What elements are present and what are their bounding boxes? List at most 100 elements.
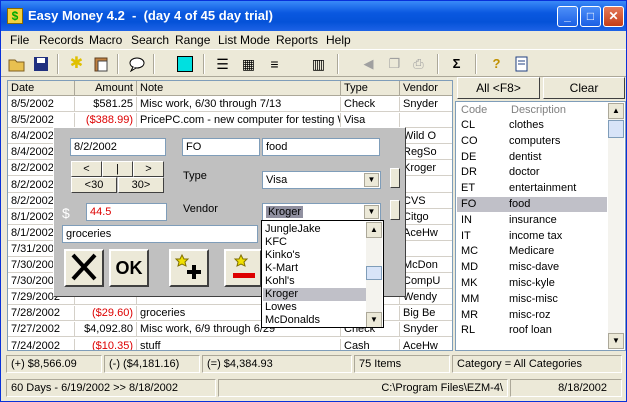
chevron-down-icon[interactable]: ▼ bbox=[364, 205, 379, 219]
grid-view-icon[interactable]: ▦ bbox=[237, 53, 260, 75]
menu-range[interactable]: Range bbox=[175, 33, 210, 47]
vendor-option[interactable]: K-Mart bbox=[263, 262, 367, 275]
vendor-option[interactable]: McDonalds bbox=[263, 314, 367, 327]
prev-day-button[interactable]: < bbox=[71, 161, 102, 177]
cell-type[interactable]: Visa bbox=[341, 113, 400, 129]
menu-list-mode[interactable]: List Mode bbox=[218, 33, 270, 47]
category-row[interactable]: MC Medicare bbox=[457, 244, 607, 259]
scroll-down-icon[interactable]: ▼ bbox=[366, 312, 382, 327]
note-field[interactable]: groceries bbox=[62, 225, 258, 243]
clear-button[interactable]: Clear bbox=[543, 77, 625, 99]
date-field[interactable]: 8/2/2002 bbox=[70, 138, 166, 156]
help-question-icon[interactable]: ? bbox=[485, 53, 508, 75]
copy-disabled-icon[interactable]: ❐ bbox=[383, 53, 406, 75]
category-code-field[interactable]: FO bbox=[182, 138, 260, 156]
category-row[interactable]: MM misc-misc bbox=[457, 292, 607, 307]
vendor-option[interactable]: Kohl's bbox=[263, 275, 367, 288]
next-day-button[interactable]: > bbox=[133, 161, 164, 177]
cell-vendor[interactable] bbox=[400, 242, 452, 257]
scroll-up-icon[interactable]: ▲ bbox=[366, 222, 382, 238]
paste-clipboard-icon[interactable] bbox=[89, 53, 112, 75]
cell-type[interactable]: Cash bbox=[341, 338, 400, 350]
category-scrollbar[interactable]: ▲ ▼ bbox=[608, 103, 624, 349]
cell-date[interactable]: 7/24/2002 bbox=[8, 338, 75, 350]
sigma-total-icon[interactable]: Σ bbox=[445, 53, 468, 75]
category-row[interactable]: DR doctor bbox=[457, 165, 607, 180]
cell-vendor[interactable]: Wild O bbox=[400, 129, 452, 145]
today-button[interactable]: | bbox=[102, 161, 133, 177]
add-new-button[interactable] bbox=[169, 249, 209, 287]
vendor-option[interactable]: JungleJake bbox=[263, 223, 367, 236]
vendor-option[interactable]: KFC bbox=[263, 236, 367, 249]
cell-vendor[interactable]: Snyder bbox=[400, 97, 452, 112]
cell-vendor[interactable] bbox=[400, 178, 452, 193]
cell-vendor[interactable]: Wendy bbox=[400, 290, 452, 306]
color-highlight-icon[interactable] bbox=[173, 53, 196, 75]
recolor-button[interactable] bbox=[224, 249, 262, 287]
menu-reports[interactable]: Reports bbox=[276, 33, 318, 47]
amount-field[interactable]: 44.5 bbox=[86, 203, 167, 221]
menu-search[interactable]: Search bbox=[131, 33, 169, 47]
cell-date[interactable]: 8/5/2002 bbox=[8, 97, 75, 112]
category-row[interactable]: MK misc-kyle bbox=[457, 276, 607, 291]
cell-date[interactable]: 8/5/2002 bbox=[8, 113, 75, 129]
cell-amount[interactable]: ($388.99) bbox=[75, 113, 137, 129]
category-row[interactable]: FO food bbox=[457, 197, 607, 212]
category-row[interactable]: CO computers bbox=[457, 134, 607, 149]
vendor-option[interactable]: Kroger bbox=[263, 288, 367, 301]
cell-note[interactable]: Misc work, 6/30 through 7/13 bbox=[137, 97, 341, 112]
list-view-icon[interactable]: ☰ bbox=[211, 53, 234, 75]
category-row[interactable]: IN insurance bbox=[457, 213, 607, 228]
cell-date[interactable]: 7/28/2002 bbox=[8, 306, 75, 322]
cell-amount[interactable]: ($29.60) bbox=[75, 306, 137, 322]
cell-date[interactable]: 7/27/2002 bbox=[8, 322, 75, 338]
menu-help[interactable]: Help bbox=[326, 33, 351, 47]
vendor-option[interactable]: Kinko's bbox=[263, 249, 367, 262]
cell-amount[interactable]: ($10.35) bbox=[75, 338, 137, 350]
cell-vendor[interactable]: AceHw bbox=[400, 339, 452, 351]
cell-amount[interactable]: $581.25 bbox=[75, 97, 137, 112]
menu-records[interactable]: Records bbox=[39, 33, 84, 47]
col-header-note[interactable]: Note bbox=[137, 81, 341, 96]
cell-vendor[interactable]: Big Be bbox=[400, 306, 452, 322]
vendor-dropdown-list[interactable]: JungleJake KFC Kinko's K-Mart Kohl's Kroger Lo… bbox=[261, 220, 384, 328]
ok-button[interactable]: OK bbox=[109, 249, 149, 287]
dropdown-scrollbar[interactable]: ▲ ▼ bbox=[366, 222, 382, 327]
cell-type[interactable]: Check bbox=[341, 97, 400, 112]
cell-vendor[interactable]: Kroger bbox=[400, 161, 452, 177]
menu-file[interactable]: File bbox=[10, 33, 29, 47]
category-row[interactable]: CL clothes bbox=[457, 118, 607, 133]
cell-amount[interactable]: $4,092.80 bbox=[75, 322, 137, 338]
cell-note[interactable]: stuff bbox=[137, 338, 341, 350]
cell-vendor[interactable]: Citgo bbox=[400, 210, 452, 225]
date-range-status[interactable]: 60 Days - 6/19/2002 >> 8/18/2002 bbox=[6, 379, 216, 397]
scroll-up-icon[interactable]: ▲ bbox=[608, 103, 624, 119]
cell-vendor[interactable]: AceHw bbox=[400, 226, 452, 241]
open-folder-icon[interactable] bbox=[5, 53, 28, 75]
notes-document-icon[interactable] bbox=[509, 53, 532, 75]
new-record-star-icon[interactable]: ✱ bbox=[65, 53, 88, 75]
prev-arrow-icon[interactable]: ◀ bbox=[357, 53, 380, 75]
all-categories-button[interactable]: All <F8> bbox=[457, 77, 540, 99]
vendor-combo[interactable]: Kroger ▼ bbox=[262, 203, 381, 221]
comment-bubble-icon[interactable] bbox=[125, 53, 148, 75]
cell-vendor[interactable]: CVS bbox=[400, 194, 452, 209]
scroll-thumb[interactable] bbox=[608, 120, 624, 138]
next-30-button[interactable]: 30> bbox=[118, 177, 164, 193]
category-row[interactable]: MD misc-dave bbox=[457, 260, 607, 275]
col-header-date[interactable]: Date bbox=[8, 81, 75, 96]
category-row[interactable]: DE dentist bbox=[457, 150, 607, 165]
vendor-side-button[interactable] bbox=[390, 200, 400, 220]
category-list[interactable]: Code Description CL clothes CO computers DE d… bbox=[455, 101, 626, 351]
category-description-field[interactable]: food bbox=[262, 138, 380, 156]
close-button[interactable]: ✕ bbox=[603, 6, 624, 27]
cell-vendor[interactable]: Snyder bbox=[400, 322, 452, 338]
scroll-thumb[interactable] bbox=[366, 266, 382, 280]
wide-list-icon[interactable]: ≡ bbox=[263, 53, 286, 75]
cell-vendor[interactable]: McDon bbox=[400, 258, 452, 273]
title-bar[interactable]: $ Easy Money 4.2 - (day 4 of 45 day tria… bbox=[1, 1, 626, 31]
save-icon[interactable] bbox=[29, 53, 52, 75]
type-side-button[interactable] bbox=[390, 168, 400, 188]
type-combo[interactable]: Visa ▼ bbox=[262, 171, 381, 189]
category-row[interactable]: ET entertainment bbox=[457, 181, 607, 196]
